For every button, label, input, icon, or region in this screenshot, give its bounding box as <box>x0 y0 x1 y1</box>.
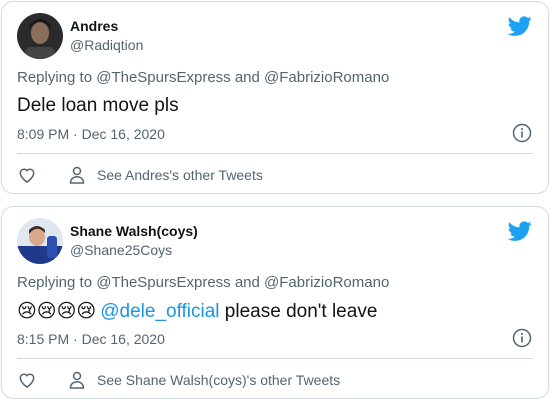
heart-icon[interactable] <box>17 370 37 390</box>
author-name[interactable]: Andres <box>70 18 118 34</box>
replying-to: Replying to @TheSpursExpress and @Fabriz… <box>17 69 390 86</box>
heart-icon[interactable] <box>17 165 37 185</box>
crying-face-emojis: 😢😢😢😢 <box>17 301 97 322</box>
avatar[interactable] <box>17 218 63 264</box>
avatar[interactable] <box>17 13 63 59</box>
info-icon[interactable] <box>512 328 532 348</box>
person-icon <box>69 371 85 389</box>
person-icon <box>69 166 85 184</box>
see-other-tweets-link[interactable]: See Shane Walsh(coys)'s other Tweets <box>67 370 340 390</box>
tweet-text-body: please don't leave <box>219 300 378 322</box>
divider <box>17 358 533 359</box>
author-handle[interactable]: @Radiqtion <box>70 37 143 53</box>
twitter-bird-icon[interactable] <box>508 14 532 38</box>
see-other-tweets-label: See Shane Walsh(coys)'s other Tweets <box>97 372 341 388</box>
tweet-text: Dele loan move pls <box>17 95 179 117</box>
tweet-card[interactable]: Shane Walsh(coys) @Shane25Coys Replying … <box>1 206 549 399</box>
see-other-tweets-label: See Andres's other Tweets <box>97 167 263 183</box>
mention-link[interactable]: @dele_official <box>100 301 219 323</box>
timestamp[interactable]: 8:15 PM · Dec 16, 2020 <box>17 331 165 347</box>
tweet-text-body: Dele loan move pls <box>17 95 179 116</box>
info-icon[interactable] <box>512 123 532 143</box>
author-name[interactable]: Shane Walsh(coys) <box>70 223 198 239</box>
tweet-card[interactable]: Andres @Radiqtion Replying to @TheSpursE… <box>1 1 549 194</box>
tweet-text: 😢😢😢😢 @dele_official please don't leave <box>17 300 377 323</box>
see-other-tweets-link[interactable]: See Andres's other Tweets <box>67 165 263 185</box>
timestamp[interactable]: 8:09 PM · Dec 16, 2020 <box>17 126 165 142</box>
replying-to: Replying to @TheSpursExpress and @Fabriz… <box>17 274 390 291</box>
twitter-bird-icon[interactable] <box>508 219 532 243</box>
author-handle[interactable]: @Shane25Coys <box>70 242 172 258</box>
divider <box>17 153 533 154</box>
